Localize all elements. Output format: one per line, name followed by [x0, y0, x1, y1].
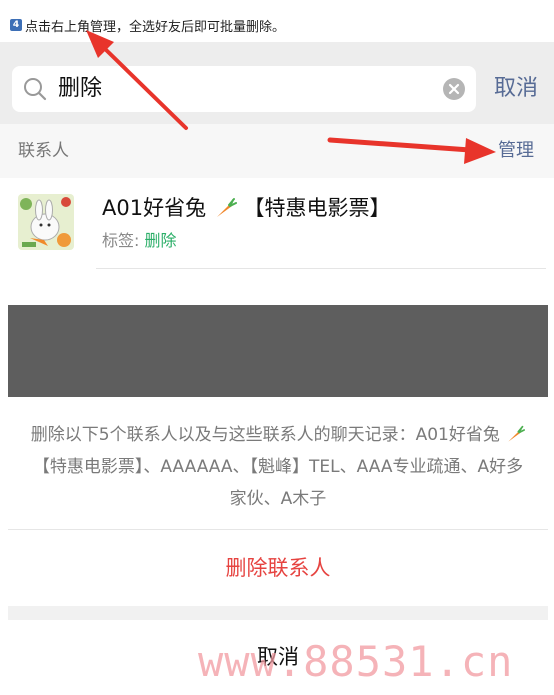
row-divider — [96, 268, 546, 269]
search-cancel-button[interactable]: 取消 — [494, 66, 538, 112]
clear-icon[interactable] — [442, 77, 466, 101]
search-bar: 删除 — [0, 42, 554, 124]
section-title: 联系人 — [18, 141, 69, 161]
action-sheet-message: 删除以下5个联系人以及与这些联系人的聊天记录：A01好省兔 【特惠电影票】、AA… — [26, 419, 530, 515]
watermark: www.88531.cn — [198, 637, 514, 686]
action-sheet-message-part2: 【特惠电影票】、AAAAAA、【魁峰】TEL、AAA专业疏通、A好多家伙、A木子 — [32, 457, 524, 509]
step-badge: 4 — [10, 19, 22, 31]
action-sheet-message-part1: 删除以下5个联系人以及与这些联系人的聊天记录：A01好省兔 — [30, 425, 500, 445]
carrot-icon — [216, 198, 237, 217]
step-note-text: 点击右上角管理，全选好友后即可批量删除。 — [25, 19, 286, 35]
search-input-value: 删除 — [58, 76, 103, 101]
carrot-icon — [508, 425, 526, 442]
contact-name-main: A01好省兔 — [102, 196, 207, 220]
tag-line: 标签: 删除 — [102, 228, 177, 254]
contact-name-suffix: 【特惠电影票】 — [243, 196, 391, 220]
delete-contacts-button[interactable]: 删除联系人 — [8, 530, 548, 606]
manage-button[interactable]: 管理 — [498, 124, 534, 178]
tag-label: 标签: — [102, 231, 145, 250]
search-input[interactable]: 删除 — [12, 66, 476, 112]
dim-overlay[interactable] — [8, 305, 548, 397]
section-header: 联系人 管理 — [0, 124, 554, 178]
contact-row[interactable]: A01好省兔 【特惠电影票】 标签: 删除 — [0, 178, 554, 270]
sheet-gap — [8, 606, 548, 620]
contact-name: A01好省兔 【特惠电影票】 — [102, 192, 390, 224]
search-icon — [24, 78, 47, 101]
tag-value[interactable]: 删除 — [144, 231, 176, 250]
avatar — [18, 194, 74, 250]
step-note: 4 点击右上角管理，全选好友后即可批量删除。 — [10, 14, 285, 36]
